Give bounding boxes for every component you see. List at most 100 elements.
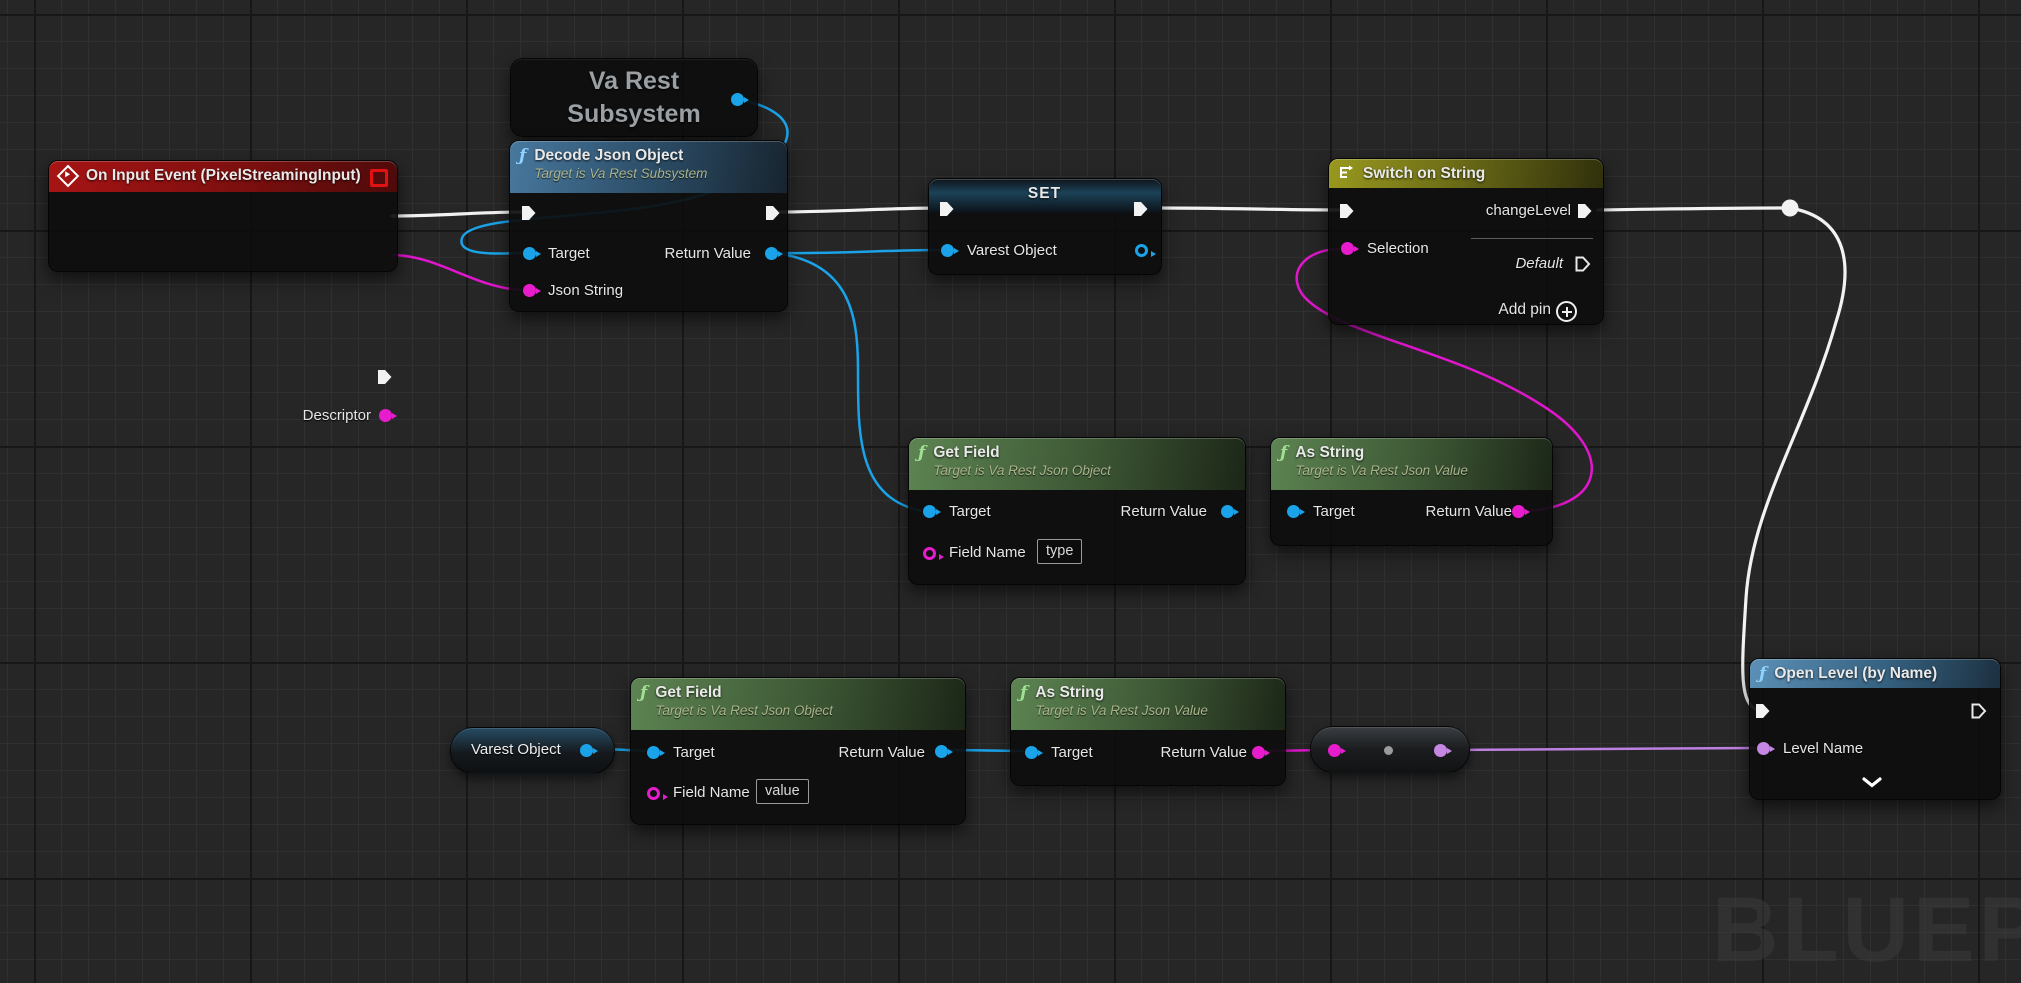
node-title: Get Field: [933, 443, 1111, 463]
field-name-input[interactable]: value: [756, 779, 809, 804]
wire-decode-rv-to-getfield: [774, 253, 922, 511]
node-subtitle: Target is Va Rest Json Object: [655, 703, 833, 719]
function-icon: ƒ: [1280, 443, 1287, 463]
pin-label-target: Target: [949, 503, 991, 520]
pin-label-return-value: Return Value: [1121, 503, 1207, 520]
return-value-pin[interactable]: [765, 247, 778, 260]
pin-label-selection: Selection: [1367, 240, 1429, 257]
wire-convert-to-levelname: [1446, 748, 1756, 750]
node-subtitle: Target is Va Rest Json Value: [1035, 703, 1208, 719]
json-string-pin[interactable]: [523, 284, 536, 297]
wire-descriptor-to-jsonstring: [392, 255, 522, 290]
field-name-input[interactable]: type: [1037, 539, 1082, 564]
exec-in-pin[interactable]: [1755, 703, 1771, 719]
function-icon: ƒ: [640, 683, 647, 703]
pin-label-level-name: Level Name: [1783, 740, 1863, 757]
node-subtitle: Target is Va Rest Subsystem: [534, 166, 707, 182]
expand-chevron-icon[interactable]: [1862, 777, 1882, 788]
pin-label-return-value: Return Value: [665, 245, 751, 262]
node-header: ƒ Open Level (by Name): [1750, 659, 2000, 688]
node-title: As String: [1295, 443, 1468, 463]
exec-in-pin[interactable]: [1339, 203, 1355, 219]
exec-in-pin[interactable]: [521, 205, 537, 221]
node-title: Switch on String: [1363, 164, 1485, 184]
target-pin[interactable]: [647, 746, 660, 759]
add-pin-button[interactable]: [1556, 301, 1577, 322]
node-as-string-bottom[interactable]: ƒ As String Target is Va Rest Json Value…: [1010, 677, 1286, 786]
pin-label-descriptor: Descriptor: [303, 407, 371, 424]
variable-title: Va Rest Subsystem: [511, 59, 757, 136]
exec-out-pin[interactable]: [1971, 703, 1987, 719]
blueprint-graph-canvas[interactable]: { "canvas": { "watermark": "BLUEPRINT" }…: [0, 0, 2021, 894]
exec-reroute-node[interactable]: [1782, 200, 1799, 217]
function-icon: ƒ: [1020, 683, 1027, 703]
varest-object-out-pin[interactable]: [580, 744, 593, 757]
node-get-field-value[interactable]: ƒ Get Field Target is Va Rest Json Objec…: [630, 677, 966, 825]
pin-label-return-value: Return Value: [839, 744, 925, 761]
pin-label-changelevel: changeLevel: [1486, 202, 1571, 219]
node-subtitle: Target is Va Rest Json Value: [1295, 463, 1468, 479]
function-icon: ƒ: [918, 443, 925, 463]
return-value-pin[interactable]: [935, 745, 948, 758]
wire-exec-event-to-decode: [392, 212, 524, 216]
target-pin[interactable]: [1025, 746, 1038, 759]
pin-label-varest-object: Varest Object: [967, 242, 1057, 259]
node-title-block: As String Target is Va Rest Json Value: [1295, 443, 1468, 479]
changelevel-exec-out-pin[interactable]: [1577, 203, 1593, 219]
pin-label-target: Target: [548, 245, 590, 262]
pin-label-json-string: Json String: [548, 282, 623, 299]
exec-in-pin[interactable]: [939, 201, 955, 217]
pin-label-target: Target: [1051, 744, 1093, 761]
selection-pin[interactable]: [1341, 242, 1354, 255]
node-switch-on-string[interactable]: Switch on String changeLevel Selection D…: [1328, 158, 1604, 325]
node-title: As String: [1035, 683, 1208, 703]
level-name-pin[interactable]: [1757, 742, 1770, 755]
default-exec-out-pin[interactable]: [1575, 256, 1591, 272]
node-title-block: Get Field Target is Va Rest Json Object: [655, 683, 833, 719]
wire-exec-decode-to-set: [776, 208, 942, 212]
function-icon: ƒ: [519, 146, 526, 166]
target-pin[interactable]: [523, 247, 536, 260]
node-header: ƒ As String Target is Va Rest Json Value: [1271, 438, 1552, 490]
wire-exec-set-to-switch: [1160, 208, 1342, 210]
wire-exec-switch-to-reroute: [1598, 208, 1786, 210]
field-name-pin[interactable]: [923, 547, 936, 560]
delegate-pin[interactable]: [370, 169, 388, 187]
node-set-varest-object[interactable]: SET Varest Object: [928, 178, 1162, 275]
target-pin[interactable]: [1287, 505, 1300, 518]
exec-out-pin[interactable]: [765, 205, 781, 221]
varest-object-out-pin[interactable]: [1135, 244, 1148, 257]
node-on-input-event[interactable]: On Input Event (PixelStreamingInput) Des…: [48, 160, 398, 272]
node-title-block: Decode Json Object Target is Va Rest Sub…: [534, 146, 707, 182]
node-as-string-top[interactable]: ƒ As String Target is Va Rest Json Value…: [1270, 437, 1553, 546]
descriptor-pin[interactable]: [379, 409, 392, 422]
pin-label-field-name: Field Name: [673, 784, 750, 801]
subsystem-out-pin[interactable]: [731, 93, 744, 106]
exec-out-pin[interactable]: [1133, 201, 1149, 217]
pin-label-return-value: Return Value: [1426, 503, 1512, 520]
node-title: Get Field: [655, 683, 833, 703]
node-open-level[interactable]: ƒ Open Level (by Name) Level Name: [1749, 658, 2001, 800]
node-get-field-type[interactable]: ƒ Get Field Target is Va Rest Json Objec…: [908, 437, 1246, 585]
node-decode-json-object[interactable]: ƒ Decode Json Object Target is Va Rest S…: [509, 140, 788, 312]
node-string-to-name-convert[interactable]: [1310, 726, 1470, 773]
varest-object-in-pin[interactable]: [941, 244, 954, 257]
convert-in-pin[interactable]: [1328, 744, 1341, 757]
return-value-pin[interactable]: [1512, 505, 1525, 518]
field-name-pin[interactable]: [647, 787, 660, 800]
add-pin-label: Add pin: [1498, 301, 1551, 319]
exec-out-pin[interactable]: [377, 369, 393, 385]
switch-icon: [1339, 165, 1354, 180]
wire-exec-reroute-to-openlevel: [1743, 208, 1845, 710]
node-header: ƒ Decode Json Object Target is Va Rest S…: [510, 141, 787, 193]
pin-label-return-value: Return Value: [1161, 744, 1247, 761]
node-va-rest-subsystem[interactable]: Va Rest Subsystem: [510, 58, 758, 137]
pin-label-default: Default: [1515, 255, 1563, 272]
return-value-pin[interactable]: [1252, 746, 1265, 759]
return-value-pin[interactable]: [1221, 505, 1234, 518]
node-header: ƒ Get Field Target is Va Rest Json Objec…: [631, 678, 965, 730]
convert-out-pin[interactable]: [1434, 744, 1447, 757]
node-varest-object-getter[interactable]: Varest Object: [450, 727, 615, 774]
node-title-block: As String Target is Va Rest Json Value: [1035, 683, 1208, 719]
target-pin[interactable]: [923, 505, 936, 518]
